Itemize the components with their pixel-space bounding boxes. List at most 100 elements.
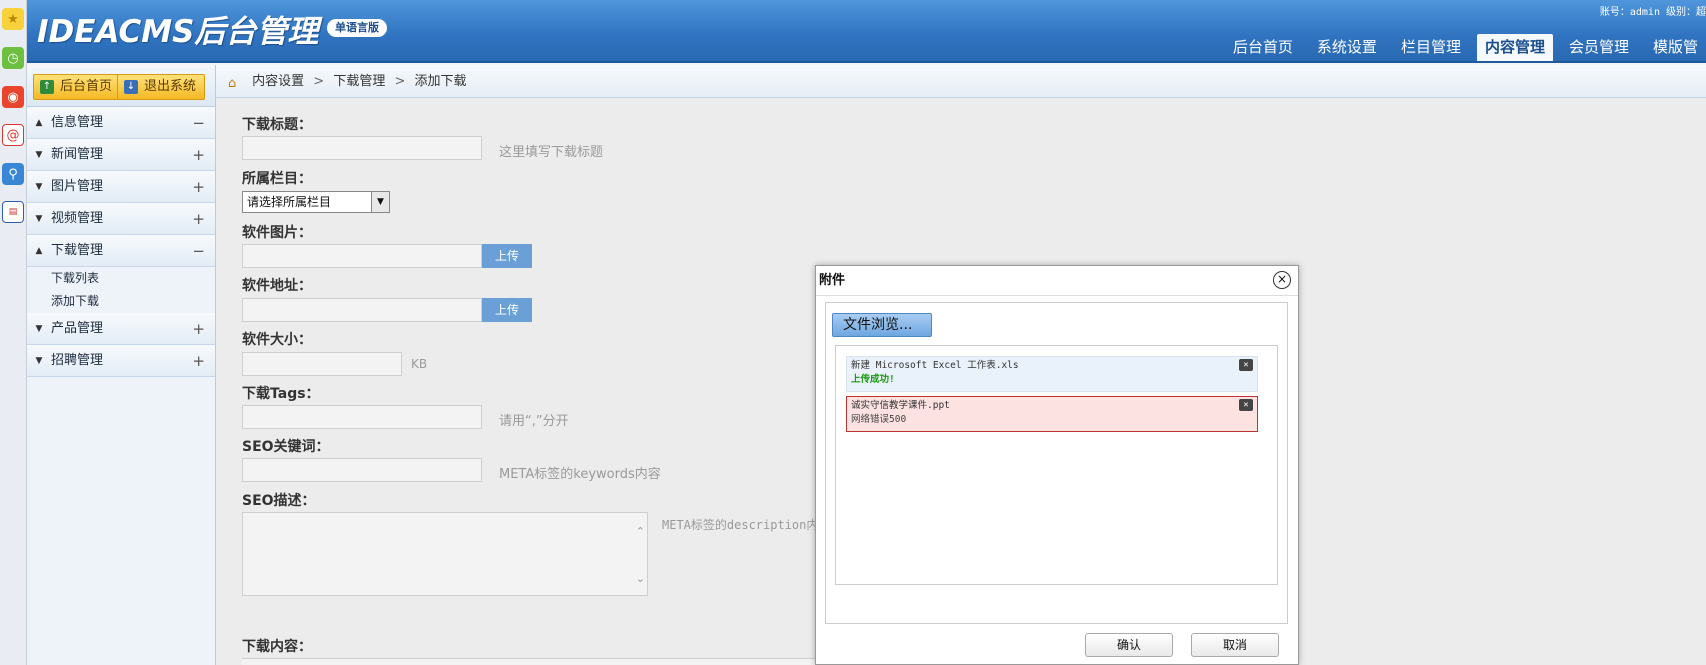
- top-nav: 后台首页 系统设置 栏目管理 内容管理 会员管理 模版管: [1217, 34, 1706, 63]
- menu-news-manage[interactable]: ▼ 新闻管理 +: [27, 139, 215, 171]
- menu-video-manage[interactable]: ▼ 视频管理 +: [27, 203, 215, 235]
- expand-icon: ▼: [35, 324, 43, 334]
- expand-icon: ▼: [35, 356, 43, 366]
- title-label: 下载标题：: [242, 117, 312, 133]
- expand-icon: ▼: [35, 182, 43, 192]
- breadcrumb-item[interactable]: 内容设置: [252, 74, 304, 89]
- clock-icon[interactable]: ◷: [2, 47, 24, 69]
- menu-label: 招聘管理: [51, 353, 104, 368]
- content-editor-toolbar[interactable]: [242, 658, 842, 665]
- image-input[interactable]: [242, 244, 482, 268]
- breadcrumb-item[interactable]: 下载管理: [333, 74, 385, 89]
- close-icon[interactable]: ×: [1273, 271, 1291, 289]
- upload-item: 新建 Microsoft Excel 工作表.xls 上传成功! ✕: [846, 356, 1258, 392]
- tab-system-settings[interactable]: 系统设置: [1309, 34, 1385, 61]
- account-info: 账号：admin 级别：超: [1599, 7, 1706, 18]
- logout-arrow-icon: ↓: [124, 80, 138, 94]
- tab-content-manage[interactable]: 内容管理: [1476, 34, 1553, 61]
- keywords-hint: META标签的keywords内容: [499, 467, 661, 482]
- menu-image-manage[interactable]: ▼ 图片管理 +: [27, 171, 215, 203]
- logo: IDEACMS后台管理: [37, 14, 319, 50]
- home-icon: ⌂: [228, 76, 237, 91]
- menu-download-manage[interactable]: ▲ 下载管理 −: [27, 235, 215, 267]
- sidebar-item-add-download[interactable]: 添加下载: [27, 290, 215, 313]
- image-upload-button[interactable]: 上传: [482, 244, 532, 268]
- remove-icon[interactable]: ✕: [1239, 399, 1253, 411]
- top-header: IDEACMS后台管理 单语言版 账号：admin 级别：超 后台首页 系统设置…: [27, 0, 1706, 63]
- toggle-icon[interactable]: −: [192, 107, 205, 139]
- url-upload-button[interactable]: 上传: [482, 298, 532, 322]
- category-select-value: 请选择所属栏目: [247, 195, 332, 209]
- news-icon[interactable]: ▤: [2, 201, 24, 223]
- url-input[interactable]: [242, 298, 482, 322]
- keywords-label: SEO关键词：: [242, 439, 330, 455]
- tab-admin-home[interactable]: 后台首页: [1225, 34, 1301, 61]
- file-browse-button[interactable]: 文件浏览...: [832, 313, 932, 337]
- breadcrumb: ⌂ 内容设置 > 下载管理 > 添加下载: [216, 65, 1706, 98]
- size-unit: KB: [411, 357, 428, 371]
- menu-label: 产品管理: [51, 321, 104, 336]
- keywords-input[interactable]: [242, 458, 482, 482]
- scroll-up-icon[interactable]: ⌃: [636, 525, 645, 538]
- toggle-icon[interactable]: −: [192, 235, 205, 267]
- size-label: 软件大小：: [242, 332, 312, 348]
- expand-icon: ▼: [35, 214, 43, 224]
- cancel-button[interactable]: 取消: [1191, 633, 1279, 657]
- tab-template-manage[interactable]: 模版管: [1645, 34, 1706, 61]
- toggle-icon[interactable]: +: [192, 171, 205, 203]
- desc-label: SEO描述：: [242, 493, 316, 509]
- menu-label: 图片管理: [51, 179, 104, 194]
- tab-member-manage[interactable]: 会员管理: [1561, 34, 1637, 61]
- breadcrumb-separator: >: [313, 74, 325, 89]
- menu-label: 下载管理: [51, 243, 104, 258]
- sidebar-item-download-list[interactable]: 下载列表: [27, 267, 215, 290]
- qq-icon[interactable]: ⚲: [2, 163, 24, 185]
- title-input[interactable]: [242, 136, 482, 160]
- upload-item: 诚实守信教学课件.ppt 网络错误500 ✕: [846, 396, 1258, 432]
- desc-textarea[interactable]: ⌃ ⌄: [242, 512, 648, 596]
- upload-status: 上传成功!: [851, 374, 895, 385]
- breadcrumb-separator: >: [394, 74, 406, 89]
- mail-icon[interactable]: @: [2, 124, 24, 146]
- scroll-down-icon[interactable]: ⌄: [636, 572, 645, 585]
- url-label: 软件地址：: [242, 278, 312, 294]
- sidebar: ↑ 后台首页 ↓ 退出系统 ▲ 信息管理 − ▼ 新闻管理 + ▼ 图片管理 + ▼…: [27, 65, 216, 665]
- image-label: 软件图片：: [242, 225, 312, 241]
- toggle-icon[interactable]: +: [192, 203, 205, 235]
- menu-recruit-manage[interactable]: ▼ 招聘管理 +: [27, 345, 215, 377]
- tags-hint: 请用“,”分开: [499, 414, 569, 429]
- toggle-icon[interactable]: +: [192, 345, 205, 377]
- home-button-label: 后台首页: [60, 79, 113, 94]
- title-hint: 这里填写下载标题: [499, 145, 604, 160]
- home-arrow-icon: ↑: [40, 80, 54, 94]
- menu-label: 信息管理: [51, 115, 104, 130]
- tags-input[interactable]: [242, 405, 482, 429]
- desc-hint: META标签的description内: [662, 518, 819, 532]
- logout-button[interactable]: ↓ 退出系统: [117, 74, 206, 100]
- collapse-icon: ▲: [35, 246, 43, 256]
- expand-icon: ▼: [35, 150, 43, 160]
- file-name: 诚实守信教学课件.ppt: [851, 400, 950, 411]
- tab-column-manage[interactable]: 栏目管理: [1393, 34, 1469, 61]
- edition-badge: 单语言版: [327, 19, 387, 37]
- content-label: 下载内容：: [242, 639, 312, 655]
- category-select[interactable]: 请选择所属栏目 ▼: [242, 191, 390, 213]
- weibo-icon[interactable]: ◉: [2, 86, 24, 108]
- menu-product-manage[interactable]: ▼ 产品管理 +: [27, 313, 215, 345]
- taskbar-strip: ★ ◷ ◉ @ ⚲ ▤: [0, 0, 27, 665]
- chevron-down-icon[interactable]: ▼: [371, 192, 389, 212]
- dialog-body: 文件浏览... 新建 Microsoft Excel 工作表.xls 上传成功!…: [825, 302, 1288, 624]
- tags-label: 下载Tags：: [242, 386, 320, 402]
- home-button[interactable]: ↑ 后台首页: [33, 74, 122, 100]
- remove-icon[interactable]: ✕: [1239, 359, 1253, 371]
- file-name: 新建 Microsoft Excel 工作表.xls: [851, 360, 1019, 371]
- toggle-icon[interactable]: +: [192, 313, 205, 345]
- toggle-icon[interactable]: +: [192, 139, 205, 171]
- menu-info-manage[interactable]: ▲ 信息管理 −: [27, 107, 215, 139]
- star-icon[interactable]: ★: [2, 8, 24, 30]
- size-input[interactable]: [242, 352, 402, 376]
- menu-label: 视频管理: [51, 211, 104, 226]
- upload-status: 网络错误500: [851, 414, 907, 425]
- confirm-button[interactable]: 确认: [1085, 633, 1173, 657]
- logout-button-label: 退出系统: [144, 79, 197, 94]
